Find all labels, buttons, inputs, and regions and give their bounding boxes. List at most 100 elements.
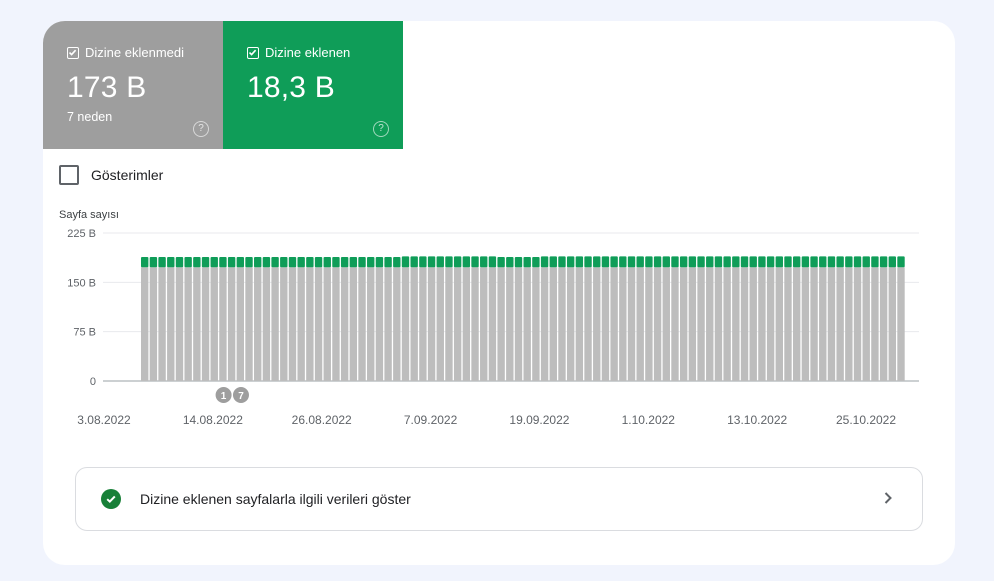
bar-not-indexed: [627, 267, 636, 381]
bar-not-indexed: [706, 267, 714, 381]
bar-indexed: [549, 256, 557, 268]
bar-indexed: [349, 257, 358, 268]
bar-indexed: [393, 257, 401, 268]
bar-not-indexed: [462, 267, 471, 381]
bar-not-indexed: [601, 267, 610, 381]
bar-not-indexed: [314, 267, 323, 381]
y-tick-label: 75 B: [73, 327, 96, 339]
bar-indexed: [627, 256, 636, 268]
bar-indexed: [532, 257, 540, 268]
bar-not-indexed: [375, 267, 384, 381]
bar-not-indexed: [210, 267, 218, 381]
bar-indexed: [897, 256, 905, 268]
indexed-tile[interactable]: Dizine eklenen 18,3 B ?: [223, 21, 403, 149]
x-tick-label: 14.08.2022: [183, 413, 243, 427]
bar-not-indexed: [436, 267, 444, 381]
bar-indexed: [332, 257, 340, 268]
bar-not-indexed: [219, 267, 227, 381]
checkbox-unchecked-icon[interactable]: [59, 165, 79, 185]
bar-not-indexed: [593, 267, 601, 381]
bar-indexed: [584, 256, 592, 268]
bar-not-indexed: [862, 267, 870, 381]
bar-not-indexed: [653, 267, 662, 381]
bar-not-indexed: [236, 267, 245, 381]
bar-not-indexed: [775, 267, 783, 381]
bar-not-indexed: [245, 267, 253, 381]
x-tick-label: 13.10.2022: [727, 413, 787, 427]
bar-not-indexed: [332, 267, 340, 381]
bar-not-indexed: [297, 267, 305, 381]
bar-not-indexed: [784, 267, 792, 381]
bar-not-indexed: [149, 267, 158, 381]
bar-not-indexed: [288, 267, 297, 381]
bar-indexed: [506, 257, 514, 268]
chart-svg: 0 75 B 150 B 225 B 1 7 3.08.2022 14.08.2022 26.0…: [67, 228, 919, 427]
x-tick-label: 26.08.2022: [292, 413, 352, 427]
bar-indexed: [749, 256, 757, 268]
bar-indexed: [453, 256, 462, 268]
bar-indexed: [514, 257, 523, 268]
bar-indexed: [523, 257, 531, 268]
pages-chart: Sayfa sayısı 0 75 B 150 B 225 B 1 7 3.08.2022 1…: [43, 201, 955, 441]
bar-not-indexed: [306, 267, 314, 381]
bar-indexed: [575, 256, 584, 268]
x-tick-label: 19.09.2022: [509, 413, 569, 427]
bar-not-indexed: [801, 267, 810, 381]
bar-indexed: [436, 256, 444, 268]
bar-indexed: [619, 256, 627, 268]
bar-indexed: [758, 256, 766, 268]
bar-indexed: [836, 256, 844, 268]
bar-not-indexed: [619, 267, 627, 381]
show-indexed-data-link[interactable]: Dizine eklenen sayfalarla ilgili veriler…: [75, 467, 923, 531]
bar-indexed: [271, 257, 279, 268]
bar-not-indexed: [723, 267, 731, 381]
bar-indexed: [593, 256, 601, 268]
bar-not-indexed: [453, 267, 462, 381]
bar-indexed: [410, 256, 418, 268]
bar-indexed: [775, 256, 783, 268]
bar-indexed: [679, 256, 688, 268]
bar-indexed: [323, 257, 331, 268]
bar-indexed: [784, 256, 792, 268]
bar-not-indexed: [549, 267, 557, 381]
bar-indexed: [167, 257, 175, 268]
bar-indexed: [723, 256, 731, 268]
bar-indexed: [375, 257, 384, 268]
y-tick-label: 225 B: [67, 228, 96, 240]
chevron-right-icon: [884, 492, 892, 504]
bar-not-indexed: [758, 267, 766, 381]
bar-not-indexed: [367, 267, 375, 381]
help-icon[interactable]: ?: [373, 121, 389, 137]
bar-not-indexed: [419, 267, 427, 381]
bar-indexed: [801, 256, 810, 268]
checkbox-checked-icon[interactable]: [247, 46, 259, 59]
bar-indexed: [480, 256, 488, 268]
bar-indexed: [280, 257, 288, 268]
index-coverage-card: Dizine eklenmedi 173 B 7 neden ? Dizine …: [43, 21, 955, 565]
bar-not-indexed: [645, 267, 653, 381]
impressions-toggle[interactable]: Gösterimler: [59, 165, 163, 185]
bar-not-indexed: [349, 267, 358, 381]
bar-not-indexed: [897, 267, 905, 381]
not-indexed-reasons: 7 neden: [67, 110, 113, 124]
show-indexed-data-label: Dizine eklenen sayfalarla ilgili veriler…: [140, 491, 411, 507]
bar-not-indexed: [610, 267, 618, 381]
bar-indexed: [340, 257, 349, 268]
checkbox-checked-icon[interactable]: [67, 46, 79, 59]
bar-not-indexed: [688, 267, 697, 381]
help-icon[interactable]: ?: [193, 121, 209, 137]
bar-not-indexed: [254, 267, 262, 381]
bar-not-indexed: [175, 267, 184, 381]
bar-not-indexed: [853, 267, 862, 381]
bar-indexed: [462, 256, 471, 268]
bar-not-indexed: [280, 267, 288, 381]
bar-not-indexed: [141, 267, 149, 381]
bar-not-indexed: [471, 267, 479, 381]
bar-indexed: [262, 257, 271, 268]
bar-not-indexed: [740, 267, 749, 381]
bar-not-indexed: [714, 267, 723, 381]
bar-not-indexed: [193, 267, 201, 381]
bar-not-indexed: [792, 267, 801, 381]
not-indexed-tile[interactable]: Dizine eklenmedi 173 B 7 neden ?: [43, 21, 223, 149]
bar-indexed: [853, 256, 862, 268]
